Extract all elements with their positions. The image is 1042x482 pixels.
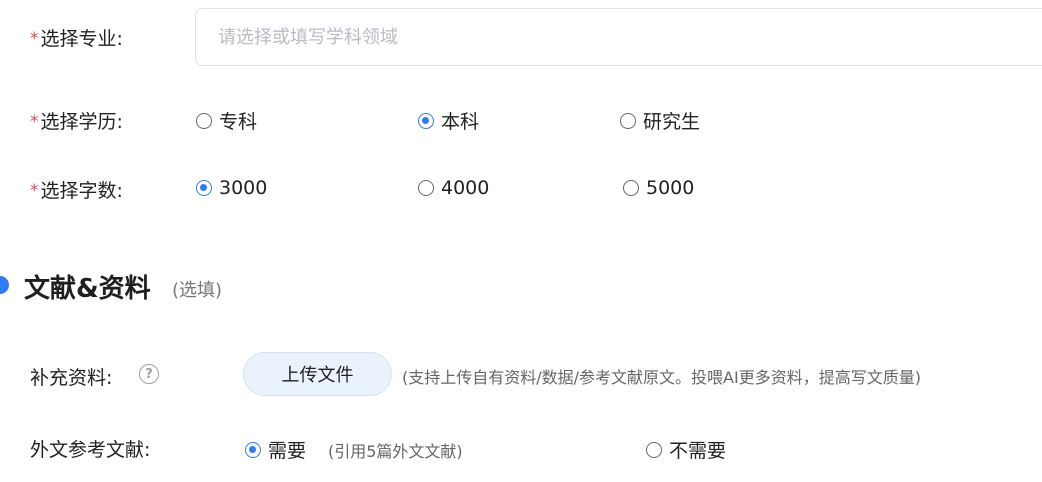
word-count-label-text: 选择字数:	[40, 180, 123, 202]
radio-label: 3000	[219, 177, 268, 199]
radio-circle[interactable]	[646, 441, 662, 458]
degree-label-text: 选择学历:	[40, 111, 123, 133]
section-title: 文献&资料	[24, 274, 151, 304]
supplement-label: 补充资料:	[30, 367, 113, 389]
major-label-text: 选择专业:	[40, 28, 123, 50]
radio-circle[interactable]	[620, 112, 636, 129]
radio-label: 专科	[219, 111, 258, 133]
radio-label: 不需要	[669, 440, 727, 462]
word-count-radio-4000[interactable]: 4000	[418, 177, 489, 199]
required-mark: *	[30, 181, 39, 201]
major-label: * 选择专业:	[30, 24, 123, 51]
required-mark: *	[30, 29, 39, 49]
required-mark: *	[30, 112, 39, 132]
radio-label: 5000	[646, 177, 695, 199]
question-circle-icon[interactable]: ?	[139, 364, 159, 384]
major-input-wrapper	[195, 8, 1042, 66]
radio-circle[interactable]	[196, 112, 212, 129]
section-marker	[0, 276, 9, 294]
degree-radio-graduate[interactable]: 研究生	[620, 107, 700, 134]
radio-label: 本科	[441, 111, 480, 133]
degree-label: * 选择学历:	[30, 107, 123, 134]
radio-label: 4000	[441, 177, 490, 199]
upload-hint: (支持上传自有资料/数据/参考文献原文。投喂AI更多资料，提高写文质量)	[402, 368, 921, 387]
degree-radio-zhuanke[interactable]: 专科	[196, 107, 257, 134]
major-input[interactable]	[196, 9, 1042, 65]
radio-circle[interactable]	[418, 180, 434, 196]
foreign-refs-note: (引用5篇外文文献)	[328, 442, 463, 461]
foreign-refs-radio-no-need[interactable]: 不需要	[646, 436, 726, 463]
radio-circle[interactable]	[623, 180, 639, 196]
radio-label: 研究生	[643, 111, 701, 133]
section-subtitle: (选填)	[172, 280, 223, 301]
degree-radio-benke[interactable]: 本科	[418, 107, 479, 134]
radio-circle[interactable]	[196, 180, 212, 196]
radio-label: 需要	[268, 440, 307, 462]
word-count-label: * 选择字数:	[30, 176, 123, 203]
word-count-radio-5000[interactable]: 5000	[623, 177, 694, 199]
radio-circle[interactable]	[418, 112, 434, 129]
radio-circle[interactable]	[245, 441, 261, 458]
foreign-refs-radio-need[interactable]: 需要	[245, 436, 306, 463]
upload-file-button[interactable]: 上传文件	[243, 352, 392, 396]
word-count-radio-3000[interactable]: 3000	[196, 177, 267, 199]
foreign-refs-label: 外文参考文献:	[30, 439, 151, 461]
